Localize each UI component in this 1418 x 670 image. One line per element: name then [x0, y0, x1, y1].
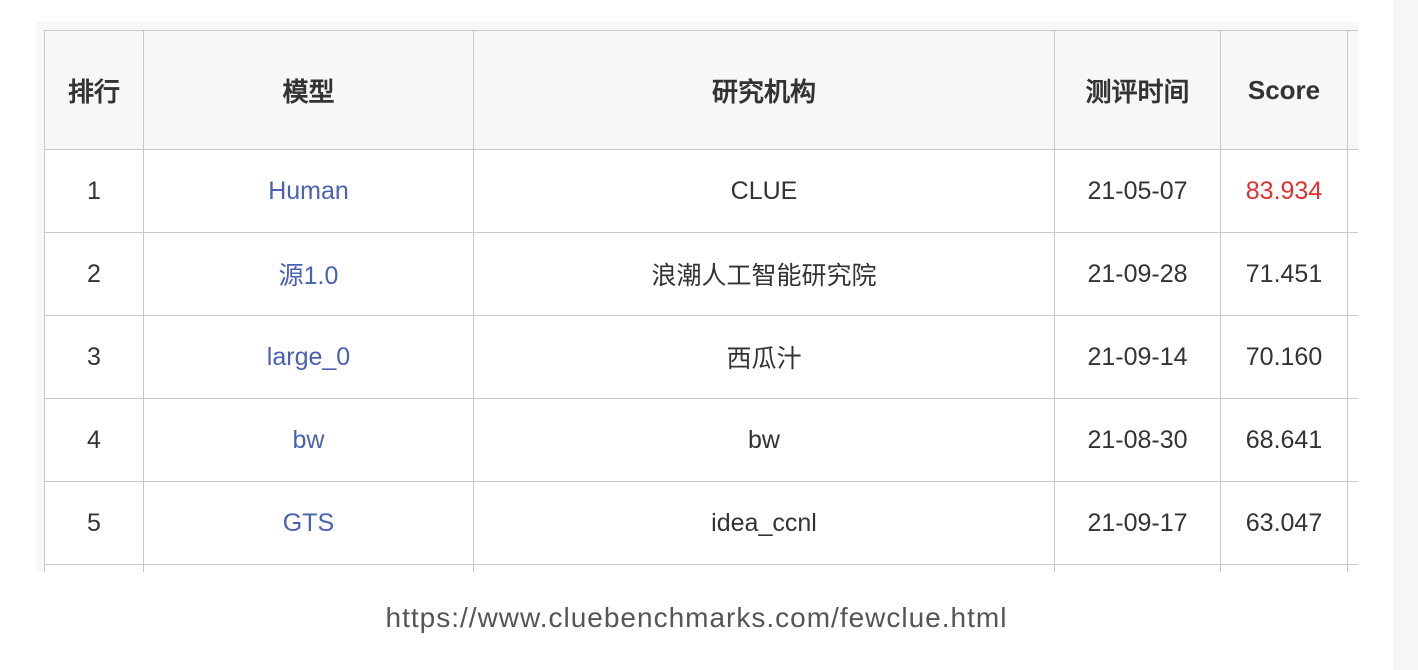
- page-gutter: [1393, 0, 1418, 670]
- overflow-cell: [1347, 481, 1358, 565]
- model-cell: Human: [143, 149, 474, 233]
- model-link[interactable]: 源1.0: [279, 262, 339, 290]
- score-cell: 70.160: [1220, 315, 1348, 399]
- header-organization[interactable]: 研究机构: [473, 30, 1055, 150]
- rank-cell: 2: [44, 232, 144, 316]
- date-cell: 21-09-17: [1054, 481, 1221, 565]
- score-cell: 68.641: [1220, 398, 1348, 482]
- model-cell: 源1.0: [143, 232, 474, 316]
- date-cell: 21-05-07: [1054, 149, 1221, 233]
- rank-cell: [44, 564, 144, 572]
- table-row: 3 large_0 西瓜汁 21-09-14 70.160: [44, 315, 1358, 399]
- organization-cell: CLUE: [473, 149, 1055, 233]
- organization-cell: bw: [473, 398, 1055, 482]
- overflow-cell: [1347, 398, 1358, 482]
- table-header-row: 排行 模型 研究机构 测评时间 Score: [44, 30, 1358, 150]
- source-url-caption: https://www.cluebenchmarks.com/fewclue.h…: [385, 602, 1008, 633]
- score-cell: 71.451: [1220, 232, 1348, 316]
- table-row: 1 Human CLUE 21-05-07 83.934: [44, 149, 1358, 233]
- rank-cell: 4: [44, 398, 144, 482]
- overflow-cell: [1347, 315, 1358, 399]
- header-score[interactable]: Score: [1220, 30, 1348, 150]
- rank-cell: 5: [44, 481, 144, 565]
- leaderboard-frame[interactable]: 排行 模型 研究机构 测评时间 Score 1 Human CLUE 21-05…: [36, 22, 1358, 572]
- rank-cell: 1: [44, 149, 144, 233]
- score-cell: 63.047: [1220, 481, 1348, 565]
- model-link[interactable]: large_0: [267, 343, 350, 371]
- model-link[interactable]: Human: [268, 177, 349, 205]
- model-cell: [143, 564, 474, 572]
- table-row: 4 bw bw 21-08-30 68.641: [44, 398, 1358, 482]
- table-row: 5 GTS idea_ccnl 21-09-17 63.047: [44, 481, 1358, 565]
- header-eval-date[interactable]: 测评时间: [1054, 30, 1221, 150]
- model-cell: large_0: [143, 315, 474, 399]
- table-row: 2 源1.0 浪潮人工智能研究院 21-09-28 71.451: [44, 232, 1358, 316]
- organization-cell: idea_ccnl: [473, 481, 1055, 565]
- model-cell: GTS: [143, 481, 474, 565]
- header-overflow-cell: [1347, 30, 1358, 150]
- organization-cell: 西瓜汁: [473, 315, 1055, 399]
- model-cell: bw: [143, 398, 474, 482]
- header-model[interactable]: 模型: [143, 30, 474, 150]
- table-row-partial: [44, 564, 1358, 572]
- organization-cell: [473, 564, 1055, 572]
- score-cell: 83.934: [1220, 149, 1348, 233]
- date-cell: 21-09-28: [1054, 232, 1221, 316]
- organization-cell: 浪潮人工智能研究院: [473, 232, 1055, 316]
- overflow-cell: [1347, 564, 1358, 572]
- header-rank[interactable]: 排行: [44, 30, 144, 150]
- overflow-cell: [1347, 149, 1358, 233]
- leaderboard-table: 排行 模型 研究机构 测评时间 Score 1 Human CLUE 21-05…: [44, 30, 1358, 572]
- date-cell: 21-09-14: [1054, 315, 1221, 399]
- model-link[interactable]: bw: [293, 426, 325, 454]
- score-cell: [1220, 564, 1348, 572]
- model-link[interactable]: GTS: [283, 509, 334, 537]
- rank-cell: 3: [44, 315, 144, 399]
- date-cell: [1054, 564, 1221, 572]
- date-cell: 21-08-30: [1054, 398, 1221, 482]
- overflow-cell: [1347, 232, 1358, 316]
